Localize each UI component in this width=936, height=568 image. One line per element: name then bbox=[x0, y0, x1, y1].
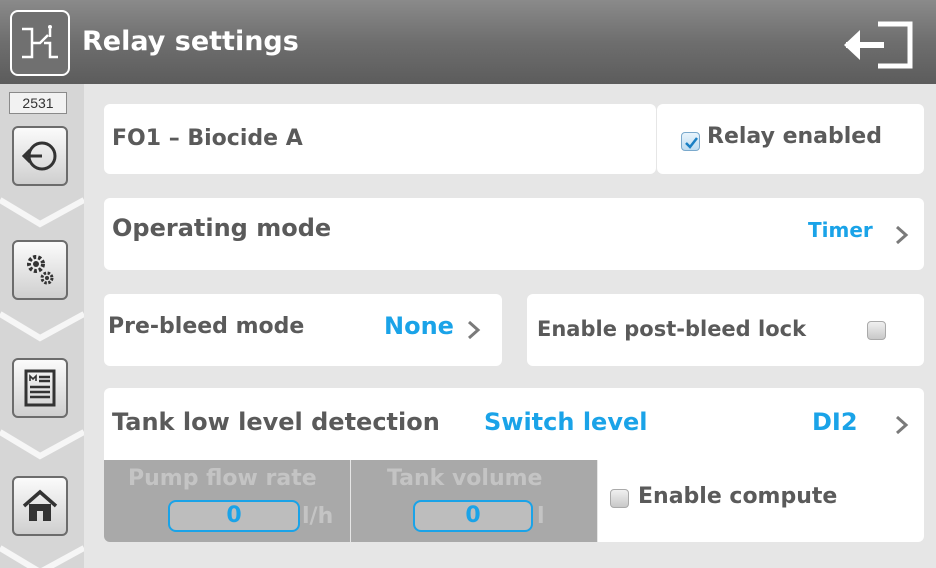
nav-separator bbox=[0, 429, 84, 460]
nav-separator bbox=[0, 545, 84, 568]
tank-low-level-type: Switch level bbox=[484, 408, 648, 436]
sidebar: 2531 bbox=[0, 84, 84, 568]
title-bar: Relay settings bbox=[0, 0, 936, 84]
pump-flow-rate-input[interactable]: 0 bbox=[168, 500, 300, 532]
relay-name: FO1 – Biocide A bbox=[112, 126, 303, 151]
pump-flow-rate-label: Pump flow rate bbox=[128, 466, 317, 491]
nav-separator bbox=[0, 197, 84, 228]
enable-compute-checkbox[interactable] bbox=[610, 489, 629, 508]
settings-button[interactable] bbox=[12, 240, 68, 300]
pre-bleed-value: None bbox=[384, 312, 454, 340]
tank-low-level-label: Tank low level detection bbox=[112, 408, 440, 436]
menu-list-icon bbox=[24, 369, 56, 407]
exit-icon bbox=[844, 21, 913, 69]
relay-enabled-label: Relay enabled bbox=[707, 124, 882, 149]
device-id: 2531 bbox=[9, 92, 67, 114]
operating-mode-label: Operating mode bbox=[112, 214, 332, 242]
tank-low-level-input: DI2 bbox=[812, 408, 858, 436]
enable-compute-label: Enable compute bbox=[638, 484, 838, 509]
pump-flow-rate-cell: Pump flow rate 0 l/h bbox=[104, 460, 350, 542]
page-title: Relay settings bbox=[82, 26, 299, 57]
tank-volume-input[interactable]: 0 bbox=[413, 500, 533, 532]
exit-button[interactable] bbox=[836, 18, 918, 72]
relay-icon bbox=[10, 10, 70, 76]
pump-flow-rate-unit: l/h bbox=[302, 504, 334, 529]
gears-icon bbox=[27, 255, 54, 285]
tank-volume-cell: Tank volume 0 l bbox=[351, 460, 597, 542]
tank-volume-label: Tank volume bbox=[387, 466, 543, 491]
post-bleed-lock-label: Enable post-bleed lock bbox=[537, 317, 807, 341]
chevron-right-icon bbox=[896, 415, 909, 435]
home-icon bbox=[22, 489, 58, 521]
post-bleed-lock-row[interactable]: Enable post-bleed lock bbox=[527, 294, 924, 366]
relay-enabled-checkbox[interactable] bbox=[681, 132, 700, 151]
operating-mode-value: Timer bbox=[808, 218, 873, 242]
post-bleed-lock-checkbox[interactable] bbox=[867, 321, 886, 340]
chevron-right-icon bbox=[896, 225, 909, 245]
relay-name-card: FO1 – Biocide A bbox=[104, 104, 656, 174]
nav-separator bbox=[0, 311, 84, 342]
back-arrow-icon bbox=[21, 141, 57, 171]
menu-button[interactable] bbox=[12, 358, 68, 418]
home-button[interactable] bbox=[12, 476, 68, 536]
relay-enabled-toggle[interactable]: Relay enabled bbox=[657, 104, 924, 174]
chevron-right-icon bbox=[468, 320, 481, 340]
tank-volume-unit: l bbox=[537, 504, 545, 529]
pre-bleed-row[interactable]: Pre-bleed mode None bbox=[104, 294, 502, 366]
enable-compute-row[interactable]: Enable compute bbox=[598, 460, 924, 542]
back-button[interactable] bbox=[12, 126, 68, 186]
pre-bleed-label: Pre-bleed mode bbox=[108, 314, 305, 339]
tank-low-level-row[interactable]: Tank low level detection Switch level DI… bbox=[104, 388, 924, 460]
check-icon bbox=[685, 137, 698, 149]
operating-mode-row[interactable]: Operating mode Timer bbox=[104, 198, 924, 270]
